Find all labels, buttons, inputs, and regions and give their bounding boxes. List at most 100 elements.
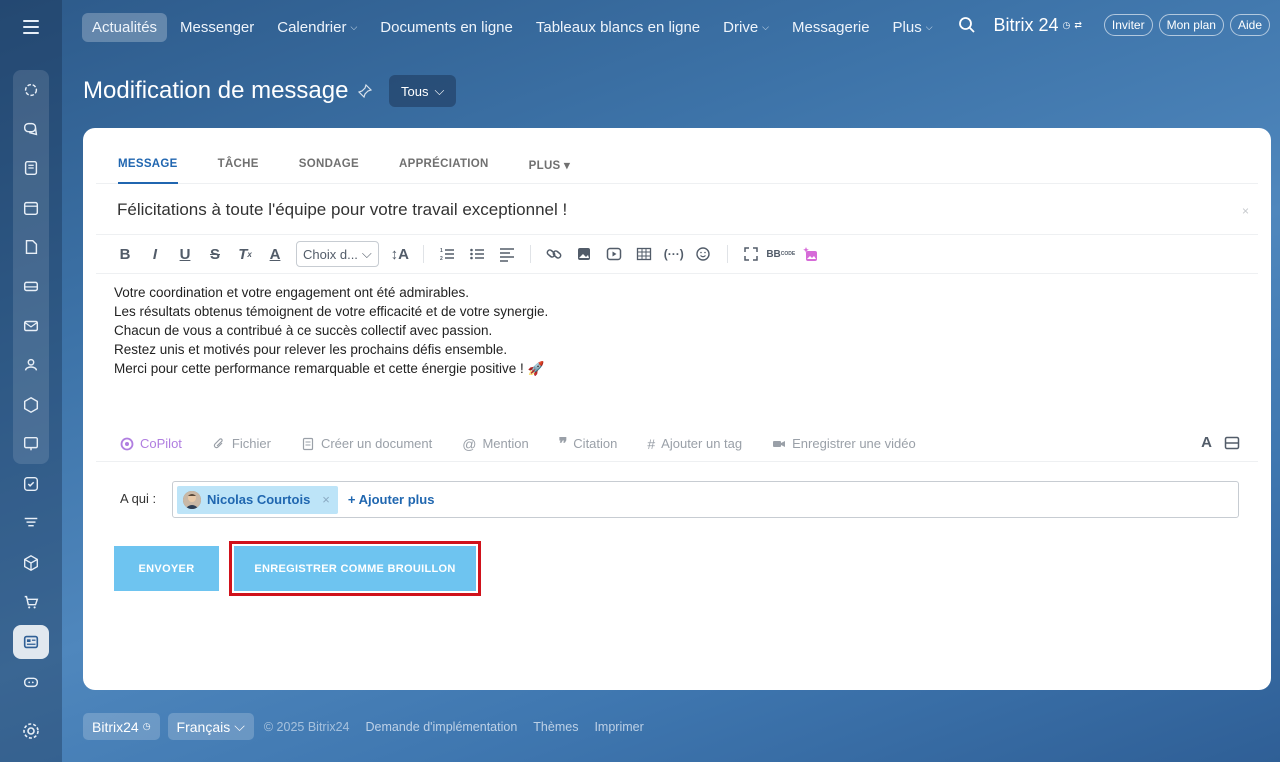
- bbcode-button[interactable]: BB CODE: [766, 241, 795, 267]
- quote-button[interactable]: ❞ Citation: [559, 434, 618, 454]
- align-button[interactable]: [494, 241, 520, 267]
- sidebar-item-drive[interactable]: [19, 274, 43, 298]
- table-icon: [636, 247, 651, 261]
- font-color-button[interactable]: A: [262, 241, 288, 267]
- top-right-actions: Bitrix 24 ◷ ⇄ Inviter Mon plan Aide: [957, 14, 1270, 36]
- remove-recipient-icon[interactable]: ×: [322, 492, 330, 507]
- language-select[interactable]: Français ⌵: [167, 713, 254, 740]
- play-icon: [606, 247, 622, 261]
- recipients-field[interactable]: Nicolas Courtois × + Ajouter plus: [172, 481, 1239, 518]
- users-icon: [24, 358, 38, 371]
- table-button[interactable]: [631, 241, 657, 267]
- message-body-editor[interactable]: Votre coordination et votre engagement o…: [114, 283, 1241, 393]
- tag-button[interactable]: # Ajouter un tag: [647, 436, 742, 452]
- sidebar-item-catalog[interactable]: [19, 551, 43, 575]
- footer-link-implementation[interactable]: Demande d'implémentation: [366, 720, 518, 734]
- create-document-button[interactable]: Créer un document: [301, 436, 432, 451]
- nav-calendrier[interactable]: Calendrier ⌵: [267, 13, 367, 42]
- tab-sondage[interactable]: SONDAGE: [299, 152, 359, 184]
- clear-format-button[interactable]: Tx: [232, 241, 258, 267]
- nav-messenger[interactable]: Messenger: [170, 13, 264, 42]
- sidebar-item-groups[interactable]: [19, 393, 43, 417]
- sidebar-item-news-active[interactable]: [13, 625, 49, 659]
- nav-actualites[interactable]: Actualités: [82, 12, 168, 42]
- tab-tache[interactable]: TÂCHE: [218, 152, 259, 184]
- recipient-chip[interactable]: Nicolas Courtois ×: [177, 485, 338, 514]
- settings-gear-icon[interactable]: [21, 721, 41, 741]
- underline-button[interactable]: U: [172, 241, 198, 267]
- sidebar-item-funnel[interactable]: [19, 511, 43, 535]
- body-line: Chacun de vous a contribué à ce succès c…: [114, 323, 493, 338]
- emoji-button[interactable]: [691, 241, 717, 267]
- close-icon[interactable]: ×: [1242, 204, 1249, 218]
- chat-icon: [23, 122, 38, 136]
- sidebar-item-activity[interactable]: [19, 78, 43, 102]
- search-icon[interactable]: [957, 15, 977, 35]
- box-icon: [24, 555, 38, 571]
- fullscreen-button[interactable]: [738, 241, 764, 267]
- invite-button[interactable]: Inviter: [1103, 14, 1153, 36]
- save-draft-button[interactable]: ENREGISTRER COMME BROUILLON: [234, 546, 476, 591]
- record-video-button[interactable]: Enregistrer une vidéo: [772, 436, 916, 451]
- at-icon: @: [462, 435, 477, 452]
- document-icon: [24, 160, 38, 176]
- sidebar-item-mail[interactable]: [19, 314, 43, 338]
- bold-button[interactable]: B: [112, 241, 138, 267]
- svg-text:1: 1: [440, 248, 443, 254]
- sidebar-item-tasks[interactable]: [19, 472, 43, 496]
- filter-dropdown[interactable]: Tous ⌵: [389, 75, 457, 107]
- subject-input[interactable]: Félicitations à toute l'équipe pour votr…: [117, 200, 567, 220]
- add-recipient-link[interactable]: + Ajouter plus: [348, 492, 435, 507]
- font-size-button[interactable]: ↕A: [387, 241, 413, 267]
- nav-messagerie[interactable]: Messagerie: [782, 13, 880, 42]
- mention-button[interactable]: @ Mention: [462, 436, 528, 452]
- toolbar-divider: [726, 245, 728, 263]
- strikethrough-button[interactable]: S: [202, 241, 228, 267]
- code-button[interactable]: (···): [661, 241, 687, 267]
- nav-plus[interactable]: Plus ⌵: [883, 13, 943, 42]
- user-avatar-icon: [183, 490, 201, 509]
- ai-image-button[interactable]: [798, 241, 824, 267]
- tab-plus[interactable]: PLUS ▾: [529, 152, 570, 184]
- file-button[interactable]: Fichier: [212, 436, 271, 451]
- brand-logo[interactable]: Bitrix 24 ◷ ⇄: [993, 15, 1081, 36]
- left-sidebar: [0, 0, 62, 762]
- sidebar-item-shop[interactable]: [19, 590, 43, 614]
- sidebar-item-boards[interactable]: [19, 432, 43, 456]
- copilot-button[interactable]: CoPilot: [120, 436, 182, 451]
- nav-documents[interactable]: Documents en ligne: [370, 13, 523, 42]
- image-button[interactable]: [571, 241, 597, 267]
- video-button[interactable]: [601, 241, 627, 267]
- board-icon: [23, 436, 39, 451]
- footer-link-themes[interactable]: Thèmes: [533, 720, 578, 734]
- bullet-list-button[interactable]: [464, 241, 490, 267]
- sidebar-item-chat[interactable]: [19, 117, 43, 141]
- sidebar-item-calendar[interactable]: [19, 196, 43, 220]
- help-button[interactable]: Aide: [1229, 14, 1270, 36]
- send-button[interactable]: ENVOYER: [114, 546, 219, 591]
- pin-icon[interactable]: [358, 84, 373, 98]
- sidebar-item-team[interactable]: [19, 353, 43, 377]
- footer-link-print[interactable]: Imprimer: [594, 720, 643, 734]
- sidebar-item-docs[interactable]: [19, 235, 43, 259]
- nav-tableaux[interactable]: Tableaux blancs en ligne: [526, 13, 710, 42]
- formatting-toolbar: B I U S Tx A Choix d... ⌵ ↕A 12 (···) BB C…: [96, 234, 1258, 274]
- font-select[interactable]: Choix d... ⌵: [296, 241, 379, 267]
- link-button[interactable]: [541, 241, 567, 267]
- checkbox-icon: [23, 476, 39, 492]
- editor-view-controls: A: [1201, 434, 1240, 451]
- sidebar-item-feed[interactable]: [19, 156, 43, 180]
- sidebar-item-bot[interactable]: [19, 669, 43, 693]
- text-format-toggle[interactable]: A: [1201, 434, 1212, 451]
- footer-brand-button[interactable]: Bitrix24 ◷: [83, 713, 160, 740]
- menu-icon[interactable]: [23, 20, 39, 34]
- tab-message[interactable]: MESSAGE: [118, 152, 178, 184]
- plan-button[interactable]: Mon plan: [1158, 14, 1224, 36]
- italic-button[interactable]: I: [142, 241, 168, 267]
- tab-appreciation[interactable]: APPRÉCIATION: [399, 152, 489, 184]
- mail-icon: [23, 320, 39, 332]
- panel-icon[interactable]: [1224, 435, 1240, 451]
- numbered-list-button[interactable]: 12: [434, 241, 460, 267]
- chevron-down-icon: ⌵: [762, 21, 769, 32]
- nav-drive[interactable]: Drive ⌵: [713, 13, 779, 42]
